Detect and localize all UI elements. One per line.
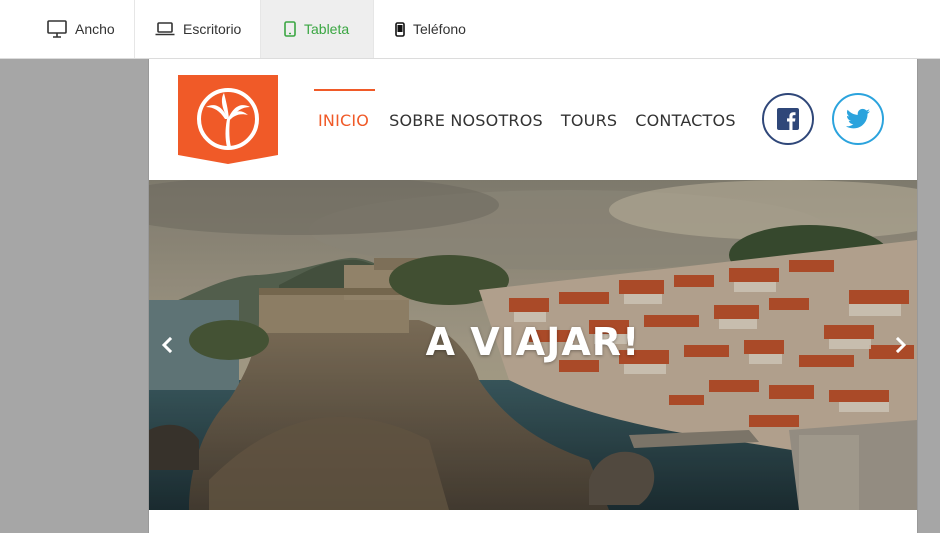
device-button-wide[interactable]: Ancho	[0, 0, 135, 58]
device-button-phone[interactable]: Teléfono	[374, 0, 487, 58]
twitter-icon	[846, 108, 870, 129]
tablet-preview-frame: INICIO SOBRE NOSOTROS TOURS CONTACTOS A …	[148, 59, 918, 533]
hero-title: A VIAJAR!	[425, 320, 641, 364]
device-label: Ancho	[75, 21, 115, 37]
site-header: INICIO SOBRE NOSOTROS TOURS CONTACTOS	[149, 59, 917, 180]
device-button-desktop[interactable]: Escritorio	[135, 0, 261, 58]
tablet-icon	[284, 21, 296, 37]
nav-item-contactos[interactable]: CONTACTOS	[635, 89, 735, 130]
device-label: Tableta	[304, 21, 350, 37]
device-label: Escritorio	[183, 21, 242, 37]
phone-icon	[395, 21, 405, 37]
slider-prev-button[interactable]	[159, 336, 175, 354]
palm-tree-icon	[178, 75, 278, 164]
device-button-tablet[interactable]: Tableta	[261, 0, 374, 58]
nav-item-inicio[interactable]: INICIO	[313, 89, 376, 130]
slider-next-button[interactable]	[893, 336, 909, 354]
chevron-right-icon	[895, 336, 907, 354]
nav-item-tours[interactable]: TOURS	[561, 89, 617, 130]
chevron-left-icon	[161, 336, 173, 354]
site-logo[interactable]	[178, 75, 278, 165]
hero-slider: A VIAJAR!	[149, 180, 917, 510]
main-nav: INICIO SOBRE NOSOTROS TOURS CONTACTOS	[313, 89, 756, 130]
device-label: Teléfono	[413, 21, 466, 37]
laptop-icon	[155, 22, 175, 36]
device-toolbar: Ancho Escritorio Tableta Teléfono	[0, 0, 940, 59]
facebook-button[interactable]	[762, 93, 814, 145]
nav-item-sobre-nosotros[interactable]: SOBRE NOSOTROS	[389, 89, 543, 130]
facebook-icon	[777, 108, 799, 130]
monitor-icon	[47, 20, 67, 38]
twitter-button[interactable]	[832, 93, 884, 145]
